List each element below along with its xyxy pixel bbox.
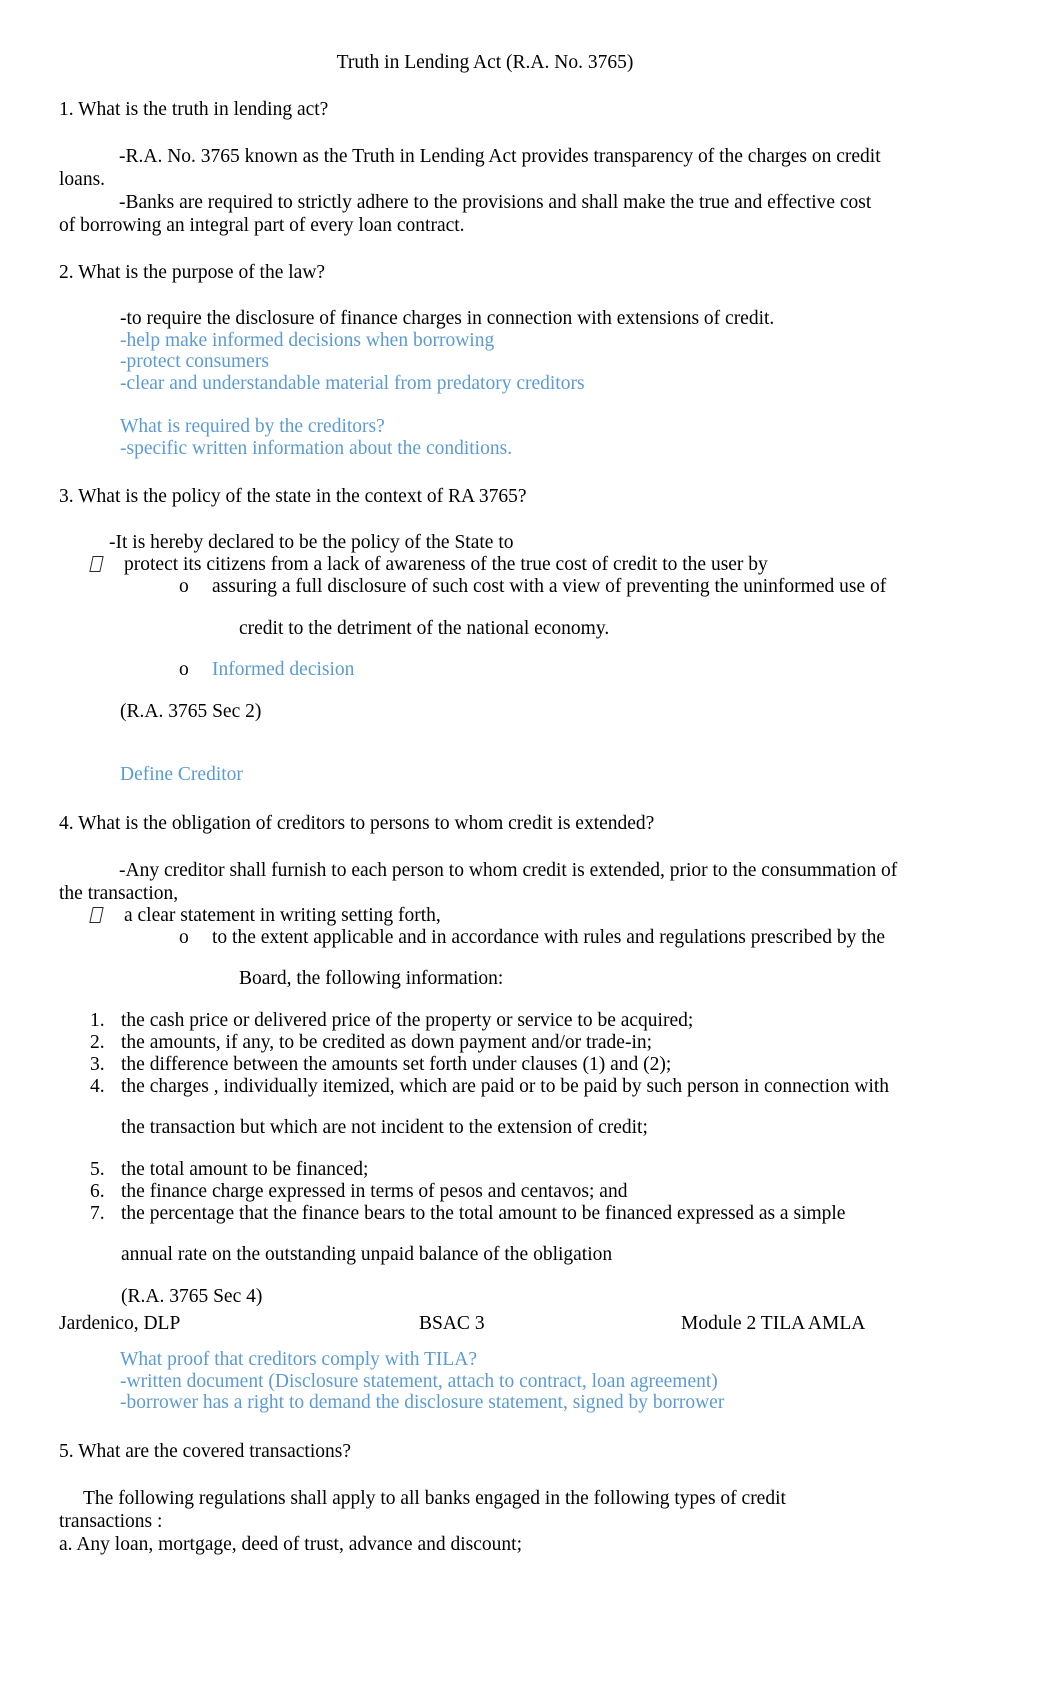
q5-item-a: a. Any loan, mortgage, deed of trust, ad… xyxy=(59,1533,522,1555)
list-item: 6. the finance charge expressed in terms… xyxy=(59,1181,911,1203)
q2-note-question: What is required by the creditors? xyxy=(120,416,385,437)
q3-lead: -It is hereby declared to be the policy … xyxy=(109,532,514,553)
q3-note-define-creditor: Define Creditor xyxy=(120,764,243,785)
q3-sub-item-2-text: Informed decision xyxy=(212,659,355,680)
q1-answer-1-line1: -R.A. No. 3765 known as the Truth in Len… xyxy=(119,146,881,167)
q4-sub-item: o to the extent applicable and in accord… xyxy=(59,927,911,949)
list-item: 7. the percentage that the finance bears… xyxy=(59,1203,911,1225)
list-item: 1. the cash price or delivered price of … xyxy=(59,1010,911,1032)
tofu-box-icon xyxy=(89,554,124,576)
list-item-text: the amounts, if any, to be credited as d… xyxy=(121,1031,653,1053)
list-item: 2. the amounts, if any, to be credited a… xyxy=(59,1032,911,1054)
list-item-number: 4. xyxy=(90,1075,105,1097)
list-item-continuation: annual rate on the outstanding unpaid ba… xyxy=(121,1244,613,1265)
q2-note-3: -clear and understandable material from … xyxy=(120,372,585,394)
q4-bullet-item: a clear statement in writing setting for… xyxy=(59,905,911,927)
q3-sub-item-1-text: assuring a full disclosure of such cost … xyxy=(212,576,887,597)
q3-sub-item-1-cont: credit to the detriment of the national … xyxy=(239,617,610,639)
q5-answer-line2: transactions : xyxy=(59,1510,163,1532)
list-item-continuation: the transaction but which are not incide… xyxy=(121,1117,648,1138)
circle-o-marker-icon: o xyxy=(179,659,189,680)
q3-statute-reference: (R.A. 3765 Sec 2) xyxy=(120,700,262,722)
circle-o-marker-icon: o xyxy=(179,926,189,948)
document-page: Truth in Lending Act (R.A. No. 3765) 1. … xyxy=(0,0,1062,1691)
list-item: 4. the charges , individually itemized, … xyxy=(59,1076,911,1098)
question-5-heading: 5. What are the covered transactions? xyxy=(59,1440,352,1462)
list-item-text: the percentage that the finance bears to… xyxy=(121,1202,846,1224)
list-item-text: the total amount to be financed; xyxy=(121,1158,369,1180)
q4-note-question: What proof that creditors comply with TI… xyxy=(120,1349,478,1370)
q4-answer-line2: the transaction, xyxy=(59,882,179,904)
q2-answer-1: -to require the disclosure of finance ch… xyxy=(120,308,775,329)
q3-bullet-item: protect its citizens from a lack of awar… xyxy=(59,554,911,576)
list-item-number: 6. xyxy=(90,1180,105,1202)
q4-sub-item-cont: Board, the following information: xyxy=(239,968,504,989)
footer-author: Jardenico, DLP xyxy=(59,1313,181,1334)
q3-sub-item-1: o assuring a full disclosure of such cos… xyxy=(59,576,911,598)
q4-statute-reference: (R.A. 3765 Sec 4) xyxy=(121,1285,263,1307)
list-item-number: 1. xyxy=(90,1009,105,1031)
list-item: 5. the total amount to be financed; xyxy=(59,1159,911,1181)
q3-sub-item-2: o Informed decision xyxy=(59,659,911,681)
list-item-text: the charges , individually itemized, whi… xyxy=(121,1075,890,1097)
question-3-heading: 3. What is the policy of the state in th… xyxy=(59,486,527,507)
q4-sub-item-text: to the extent applicable and in accordan… xyxy=(212,926,886,948)
list-item-number: 5. xyxy=(90,1158,105,1180)
q4-answer-line1: -Any creditor shall furnish to each pers… xyxy=(119,859,898,881)
list-item-text: the difference between the amounts set f… xyxy=(121,1053,672,1075)
footer-course: BSAC 3 xyxy=(419,1313,485,1334)
q4-note-1: -written document (Disclosure statement,… xyxy=(120,1370,718,1392)
q1-answer-2-line2: of borrowing an integral part of every l… xyxy=(59,215,465,236)
page-footer: Jardenico, DLP BSAC 3 Module 2 TILA AMLA xyxy=(59,1312,911,1335)
q1-answer-1-line2: loans. xyxy=(59,169,106,190)
tofu-box-icon xyxy=(89,905,124,927)
list-item: 3. the difference between the amounts se… xyxy=(59,1054,911,1076)
question-1-heading: 1. What is the truth in lending act? xyxy=(59,99,329,120)
footer-module: Module 2 TILA AMLA xyxy=(681,1313,866,1334)
circle-o-marker-icon: o xyxy=(179,576,189,597)
q1-answer-2-line1: -Banks are required to strictly adhere t… xyxy=(119,192,872,213)
question-4-heading: 4. What is the obligation of creditors t… xyxy=(59,812,655,834)
list-item-text: the finance charge expressed in terms of… xyxy=(121,1180,628,1202)
list-item-number: 2. xyxy=(90,1031,105,1053)
q4-bullet-text: a clear statement in writing setting for… xyxy=(124,904,441,926)
q2-note-1: -help make informed decisions when borro… xyxy=(120,329,495,351)
document-title: Truth in Lending Act (R.A. No. 3765) xyxy=(336,52,634,73)
q3-bullet-text: protect its citizens from a lack of awar… xyxy=(124,554,768,575)
q4-note-2: -borrower has a right to demand the disc… xyxy=(120,1392,725,1413)
q2-note-2: -protect consumers xyxy=(120,351,269,372)
list-item-text: the cash price or delivered price of the… xyxy=(121,1009,694,1031)
q5-answer-line1: The following regulations shall apply to… xyxy=(83,1487,786,1509)
q2-note-4: -specific written information about the … xyxy=(120,437,513,459)
list-item-number: 7. xyxy=(90,1202,105,1224)
list-item-number: 3. xyxy=(90,1053,105,1075)
question-2-heading: 2. What is the purpose of the law? xyxy=(59,262,326,283)
